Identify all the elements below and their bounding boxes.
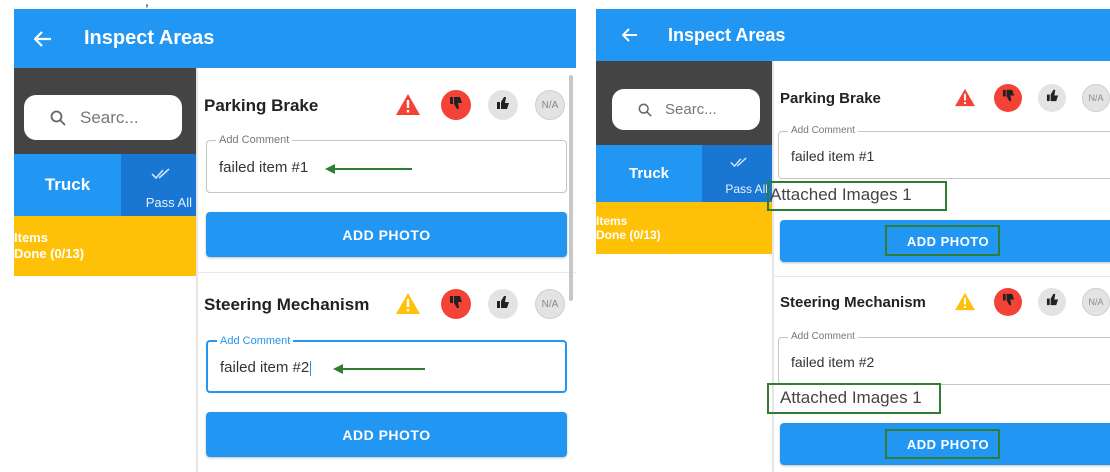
panel-divider xyxy=(196,68,198,472)
pass-all-label: Pass All xyxy=(145,195,192,210)
warning-icon xyxy=(954,88,976,112)
items-done-count: Done (0/13) xyxy=(14,245,85,261)
na-button[interactable]: N/A xyxy=(1082,288,1110,316)
comment-value: failed item #2 xyxy=(791,354,875,370)
thumbs-up-button[interactable] xyxy=(488,289,518,319)
items-label: Items xyxy=(14,230,48,245)
tab-row: Truck Pass All xyxy=(14,154,196,216)
pass-all-button[interactable]: Pass All xyxy=(702,145,772,202)
comparison-figure: , Inspect Areas Searc... Truck Pass All xyxy=(0,0,1110,472)
arrow-left-icon[interactable] xyxy=(622,9,638,61)
comment-label: Add Comment xyxy=(216,134,293,146)
thumbs-down-icon xyxy=(449,295,463,314)
search-placeholder: Searc... xyxy=(80,107,139,127)
item-title: Parking Brake xyxy=(204,96,319,115)
search-input[interactable]: Searc... xyxy=(612,89,760,130)
item-title: Parking Brake xyxy=(780,90,881,107)
thumbs-up-icon xyxy=(496,96,510,115)
annotation-arrow xyxy=(324,162,414,180)
pass-all-label: Pass All xyxy=(725,182,768,196)
pass-all-button[interactable]: Pass All xyxy=(121,154,196,216)
add-photo-button[interactable]: ADD PHOTO xyxy=(206,412,567,457)
thumbs-up-icon xyxy=(496,295,510,314)
na-button[interactable]: N/A xyxy=(535,90,565,120)
thumbs-down-button[interactable] xyxy=(441,90,471,120)
annotation-highlight xyxy=(885,429,1000,459)
thumbs-down-button[interactable] xyxy=(994,84,1022,112)
thumbs-down-icon xyxy=(1002,89,1015,107)
double-check-icon xyxy=(730,155,748,173)
annotation-highlight xyxy=(767,383,941,414)
item-title: Steering Mechanism xyxy=(780,294,926,311)
annotation-highlight xyxy=(767,181,947,211)
thumbs-down-button[interactable] xyxy=(441,289,471,319)
thumbs-up-button[interactable] xyxy=(488,90,518,120)
double-check-icon xyxy=(151,167,171,185)
add-photo-button[interactable]: ADD PHOTO xyxy=(206,212,567,257)
comment-value: failed item #1 xyxy=(219,159,309,176)
items-done-count: Done (0/13) xyxy=(596,228,661,243)
comment-label: Add Comment xyxy=(788,331,858,342)
warning-icon xyxy=(954,292,976,316)
item-divider xyxy=(774,276,1110,277)
thumbs-up-icon xyxy=(1046,293,1059,311)
comment-field[interactable]: Add Comment failed item #2 xyxy=(778,331,1110,385)
app-header: Inspect Areas xyxy=(14,9,576,68)
page-title: Inspect Areas xyxy=(668,24,786,45)
item-divider xyxy=(198,272,576,273)
comment-label: Add Comment xyxy=(788,125,858,136)
item-title: Steering Mechanism xyxy=(204,295,370,314)
search-icon xyxy=(638,103,652,117)
text-caret xyxy=(310,360,312,376)
warning-icon xyxy=(395,93,421,121)
app-header: Inspect Areas xyxy=(596,9,1110,61)
thumbs-up-icon xyxy=(1046,89,1059,107)
page-title: Inspect Areas xyxy=(84,27,215,49)
warning-icon xyxy=(395,292,421,320)
comment-value: failed item #2 xyxy=(220,359,310,376)
search-icon xyxy=(50,110,66,126)
comment-label: Add Comment xyxy=(217,335,294,347)
na-button[interactable]: N/A xyxy=(535,289,565,319)
comment-field[interactable]: Add Comment failed item #1 xyxy=(778,125,1110,179)
items-status-panel: Items Done (0/13) xyxy=(596,202,772,254)
cropped-caption: , xyxy=(145,0,149,9)
screen-after: Inspect Areas Searc... Truck Pass All It… xyxy=(596,9,1110,472)
thumbs-up-button[interactable] xyxy=(1038,84,1066,112)
items-status-panel: Items Done (0/13) xyxy=(14,216,196,276)
search-input[interactable]: Searc... xyxy=(24,95,182,140)
scrollbar[interactable] xyxy=(569,75,573,301)
items-label: Items xyxy=(596,214,628,228)
annotation-arrow xyxy=(332,362,427,380)
thumbs-down-icon xyxy=(449,96,463,115)
tab-truck[interactable]: Truck xyxy=(596,145,702,202)
search-placeholder: Searc... xyxy=(665,101,717,118)
tab-row: Truck Pass All xyxy=(596,145,772,202)
screen-before: Inspect Areas Searc... Truck Pass All It… xyxy=(14,9,576,472)
thumbs-up-button[interactable] xyxy=(1038,288,1066,316)
arrow-left-icon[interactable] xyxy=(34,9,52,68)
thumbs-down-icon xyxy=(1002,293,1015,311)
thumbs-down-button[interactable] xyxy=(994,288,1022,316)
comment-value: failed item #1 xyxy=(791,148,875,164)
tab-truck[interactable]: Truck xyxy=(14,154,121,216)
annotation-highlight xyxy=(885,225,1000,256)
na-button[interactable]: N/A xyxy=(1082,84,1110,112)
